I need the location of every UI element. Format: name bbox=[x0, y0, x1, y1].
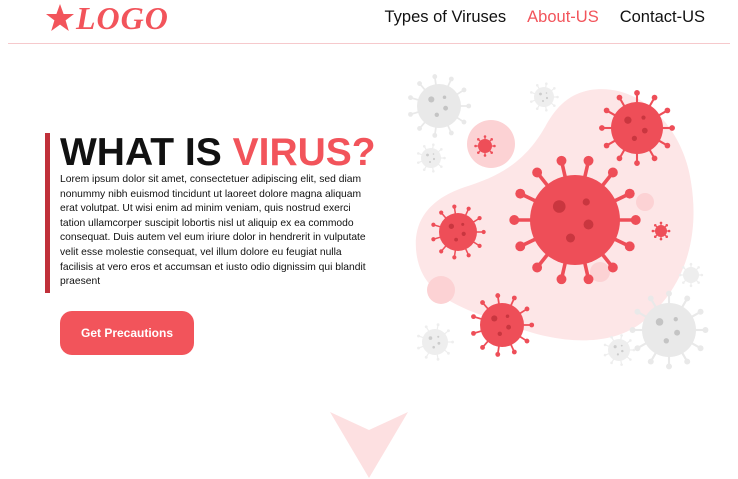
logo-text: LOGO bbox=[76, 0, 169, 36]
hero-title-accent: VIRUS? bbox=[232, 131, 376, 174]
down-arrow-icon[interactable] bbox=[330, 412, 408, 478]
hero-title-prefix: WHAT IS bbox=[60, 131, 233, 174]
nav-types-of-viruses[interactable]: Types of Viruses bbox=[385, 6, 507, 28]
header-divider bbox=[8, 43, 730, 44]
hero-description: Lorem ipsum dolor sit amet, consectetuer… bbox=[60, 174, 366, 288]
nav-contact-us[interactable]: Contact-US bbox=[620, 6, 705, 28]
hero-title: WHAT IS VIRUS? bbox=[60, 132, 376, 174]
logo[interactable]: LOGO bbox=[44, 0, 169, 36]
hero-accent-bar bbox=[45, 133, 50, 293]
get-precautions-button[interactable]: Get Precautions bbox=[60, 311, 194, 355]
star-icon bbox=[46, 4, 74, 31]
site-header: LOGO Types of Viruses About-US Contact-U… bbox=[0, 0, 738, 44]
virus-cluster-illustration bbox=[408, 74, 709, 370]
main-nav: Types of Viruses About-US Contact-US bbox=[385, 6, 706, 28]
nav-about-us[interactable]: About-US bbox=[527, 6, 599, 28]
